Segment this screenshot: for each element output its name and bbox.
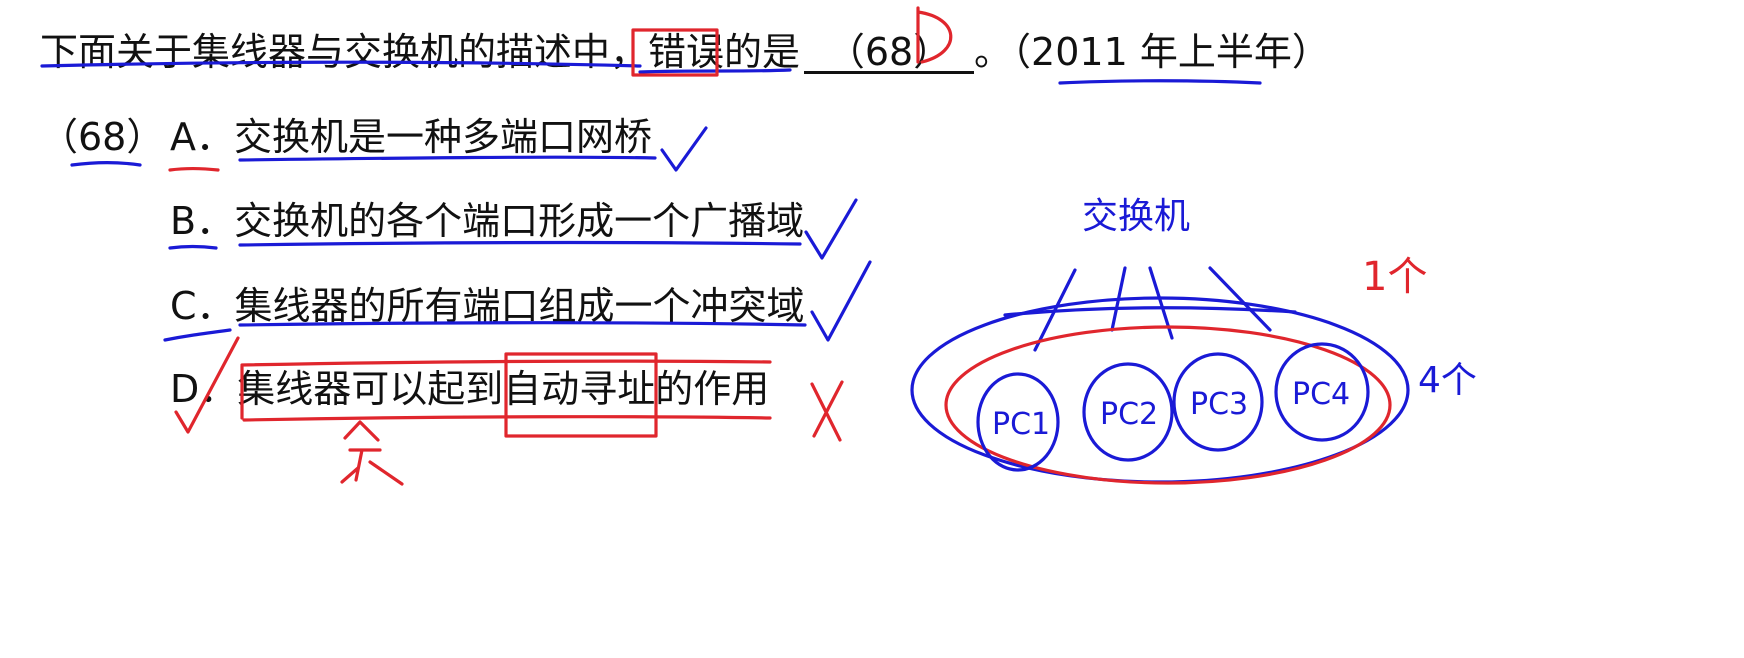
cross-d (810, 380, 844, 442)
underline-a (168, 166, 220, 172)
pc3-label: PC3 (1190, 387, 1248, 422)
underline-stem (40, 60, 642, 68)
check-a (660, 126, 708, 172)
pc1-label: PC1 (992, 407, 1050, 442)
check-b (804, 198, 858, 260)
keyword-box (631, 28, 719, 77)
link-4 (1208, 266, 1272, 332)
underline-qnum (70, 161, 142, 167)
ink-annotations: 交换机 PC1 PC2 PC3 PC4 1个 4个 (40, 6, 1477, 486)
underline-c-letter (163, 328, 232, 342)
answer-mark (916, 6, 953, 64)
underline-option-c (238, 321, 807, 327)
underline-option-a (238, 155, 657, 162)
switch-label: 交换机 (1082, 196, 1190, 237)
check-c (810, 260, 872, 342)
underline-option-b (238, 241, 802, 247)
pc4-label: PC4 (1292, 377, 1350, 412)
underline-keyword (638, 68, 792, 74)
one-label: 1个 (1362, 254, 1427, 300)
autoaddress-box (504, 352, 658, 438)
four-label: 4个 (1418, 360, 1477, 401)
no-mark (340, 420, 404, 486)
check-d (174, 336, 240, 434)
underline-b-letter (168, 244, 218, 250)
underline-year (1058, 79, 1262, 85)
pc2-label: PC2 (1100, 397, 1158, 432)
